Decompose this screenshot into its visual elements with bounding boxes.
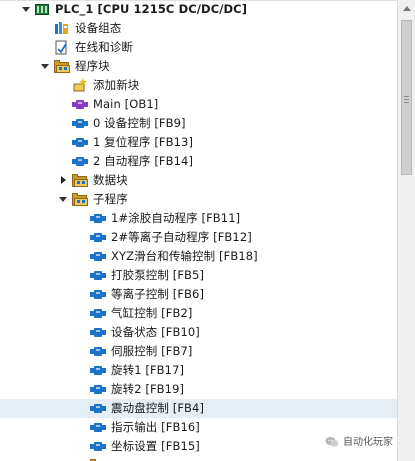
vertical-scrollbar[interactable] xyxy=(397,0,415,461)
tree-item-label: 1 复位程序 [FB13] xyxy=(93,135,194,149)
online-diagnostics-icon xyxy=(54,40,70,55)
function-block-icon xyxy=(90,308,106,319)
tree-item-label: 旋转1 [FB17] xyxy=(111,363,185,377)
function-block-icon xyxy=(90,403,106,414)
tree-item-main-ob1[interactable]: Main [OB1] xyxy=(0,95,397,114)
tree-item-label: 打胶泵控制 [FB5] xyxy=(111,268,205,282)
tree-item-fb10[interactable]: 设备状态 [FB10] xyxy=(0,323,397,342)
expand-arrow-icon[interactable] xyxy=(22,7,30,12)
tree-item-subroutines[interactable]: 子程序 xyxy=(0,190,397,209)
tree-item-data-blocks[interactable]: 数据块 xyxy=(0,171,397,190)
tree-item-fb14[interactable]: 2 自动程序 [FB14] xyxy=(0,152,397,171)
folder-icon xyxy=(72,174,88,187)
tree-item-fb6[interactable]: 等离子控制 [FB6] xyxy=(0,285,397,304)
scroll-up-arrow-icon[interactable] xyxy=(403,6,411,11)
tree-item-fb9[interactable]: 0 设备控制 [FB9] xyxy=(0,114,397,133)
watermark: 自动化玩家 xyxy=(325,435,393,451)
tree-item-label: 数据块 xyxy=(93,173,128,187)
tree-item-label: Main [OB1] xyxy=(93,97,159,111)
tree-item-partial[interactable] xyxy=(0,456,397,461)
plc-device-icon xyxy=(34,2,50,17)
function-block-icon xyxy=(72,137,88,148)
function-block-icon xyxy=(90,213,106,224)
add-new-block-icon xyxy=(72,78,88,93)
tree-item-label: 伺服控制 [FB7] xyxy=(111,344,193,358)
expand-arrow-icon[interactable] xyxy=(59,197,67,202)
function-block-icon xyxy=(90,346,106,357)
tree-item-label: 设备组态 xyxy=(75,21,122,35)
tree-item-label: 等离子控制 [FB6] xyxy=(111,287,205,301)
scrollbar-thumb[interactable] xyxy=(401,20,412,175)
function-block-icon xyxy=(90,422,106,433)
function-block-icon xyxy=(90,365,106,376)
project-tree: PLC_1 [CPU 1215C DC/DC/DC] 设备组态 在线和诊断 程序… xyxy=(0,0,397,461)
collapse-arrow-icon[interactable] xyxy=(61,176,66,184)
grip-line xyxy=(404,99,409,100)
tree-item-label: 设备状态 [FB10] xyxy=(111,325,200,339)
tree-item-label: 2 自动程序 [FB14] xyxy=(93,154,194,168)
tree-item-online-diagnostics[interactable]: 在线和诊断 xyxy=(0,38,397,57)
tree-item-fb18[interactable]: XYZ滑台和传输控制 [FB18] xyxy=(0,247,397,266)
tree-item-fb4[interactable]: 震动盘控制 [FB4] xyxy=(0,399,397,418)
tree-item-label: XYZ滑台和传输控制 [FB18] xyxy=(111,249,258,263)
tree-item-plc[interactable]: PLC_1 [CPU 1215C DC/DC/DC] xyxy=(0,0,397,19)
tree-item-fb2[interactable]: 气缸控制 [FB2] xyxy=(0,304,397,323)
tree-item-fb5[interactable]: 打胶泵控制 [FB5] xyxy=(0,266,397,285)
device-config-icon xyxy=(54,21,70,36)
function-block-icon xyxy=(90,251,106,262)
tree-item-device-config[interactable]: 设备组态 xyxy=(0,19,397,38)
function-block-icon xyxy=(90,441,106,452)
tree-item-fb19[interactable]: 旋转2 [FB19] xyxy=(0,380,397,399)
folder-icon xyxy=(54,60,70,73)
tree-item-label: 指示输出 [FB16] xyxy=(111,420,200,434)
wechat-icon xyxy=(325,436,339,448)
tree-item-label: 旋转2 [FB19] xyxy=(111,382,185,396)
tree-item-label: 2#等离子自动程序 [FB12] xyxy=(111,230,252,244)
tree-item-fb13[interactable]: 1 复位程序 [FB13] xyxy=(0,133,397,152)
tree-item-add-new-block[interactable]: 添加新块 xyxy=(0,76,397,95)
function-block-icon xyxy=(90,270,106,281)
watermark-text: 自动化玩家 xyxy=(343,437,393,448)
tree-item-fb7[interactable]: 伺服控制 [FB7] xyxy=(0,342,397,361)
grip-line xyxy=(404,96,409,97)
tree-item-label: 程序块 xyxy=(75,59,110,73)
function-block-icon xyxy=(90,232,106,243)
tree-item-label: 坐标设置 [FB15] xyxy=(111,439,200,453)
tree-item-label: 1#涂胶自动程序 [FB11] xyxy=(111,211,241,225)
tree-item-label: 子程序 xyxy=(93,192,128,206)
grip-line xyxy=(404,102,409,103)
function-block-icon xyxy=(72,156,88,167)
function-block-icon xyxy=(90,384,106,395)
folder-icon xyxy=(72,193,88,206)
tree-item-label: 震动盘控制 [FB4] xyxy=(111,401,205,415)
function-block-icon xyxy=(72,118,88,129)
tree-item-program-blocks[interactable]: 程序块 xyxy=(0,57,397,76)
tree-item-fb12[interactable]: 2#等离子自动程序 [FB12] xyxy=(0,228,397,247)
function-block-icon xyxy=(90,327,106,338)
organization-block-icon xyxy=(72,99,88,110)
tree-item-label: 气缸控制 [FB2] xyxy=(111,306,193,320)
tree-item-label: 添加新块 xyxy=(93,78,140,92)
plc-title: PLC_1 [CPU 1215C DC/DC/DC] xyxy=(55,2,248,16)
tree-item-label: 0 设备控制 [FB9] xyxy=(93,116,186,130)
expand-arrow-icon[interactable] xyxy=(41,64,49,69)
tree-item-fb17[interactable]: 旋转1 [FB17] xyxy=(0,361,397,380)
tree-item-label: 在线和诊断 xyxy=(75,40,133,54)
function-block-icon xyxy=(90,289,106,300)
tree-item-fb11[interactable]: 1#涂胶自动程序 [FB11] xyxy=(0,209,397,228)
